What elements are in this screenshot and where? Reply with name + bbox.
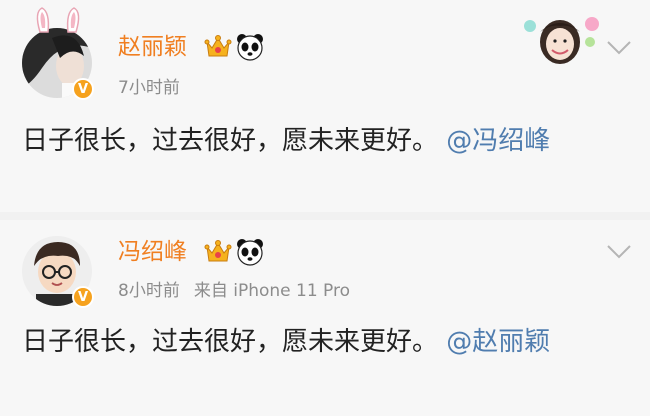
post-source: 来自 iPhone 11 Pro	[193, 281, 351, 301]
post-text: 日子很长，过去很好，愿未来更好。 @赵丽颖	[22, 321, 628, 363]
author-avatar[interactable]: V	[22, 236, 94, 308]
mention-link[interactable]: @赵丽颖	[446, 327, 550, 357]
bunny-ears-icon	[36, 7, 80, 33]
author-avatar[interactable]: V	[22, 7, 94, 100]
weibo-post-2: V 冯绍峰 8小时前 来自 iPhone 11 Pro 日子很长，过去很好，愿未来…	[0, 220, 650, 416]
crown-icon	[204, 240, 232, 262]
post-body: 日子很长，过去很好，愿未来更好。	[22, 126, 439, 156]
chevron-down-icon[interactable]	[606, 244, 632, 260]
sticker-icon	[524, 17, 599, 64]
post-body: 日子很长，过去很好，愿未来更好。	[22, 327, 439, 357]
panda-icon	[237, 34, 263, 61]
post-text: 日子很长，过去很好，愿未来更好。 @冯绍峰	[22, 120, 628, 162]
panda-icon	[237, 239, 263, 266]
crown-icon	[204, 35, 232, 57]
chevron-down-icon[interactable]	[606, 40, 632, 56]
verified-badge-icon: V	[72, 78, 94, 100]
author-name[interactable]: 赵丽颖	[118, 33, 187, 61]
post-time[interactable]: 7小时前	[118, 78, 180, 98]
weibo-post-1: V 赵丽颖 7小时前 日子很长，过去很好，愿未来更好。 @冯绍峰	[0, 0, 650, 212]
post-meta: 8小时前 来自 iPhone 11 Pro	[118, 280, 364, 302]
post-time[interactable]: 8小时前	[118, 281, 180, 301]
mention-link[interactable]: @冯绍峰	[446, 126, 550, 156]
post-meta: 7小时前	[118, 77, 194, 99]
verified-badge-icon: V	[72, 286, 94, 308]
author-name[interactable]: 冯绍峰	[118, 238, 187, 266]
